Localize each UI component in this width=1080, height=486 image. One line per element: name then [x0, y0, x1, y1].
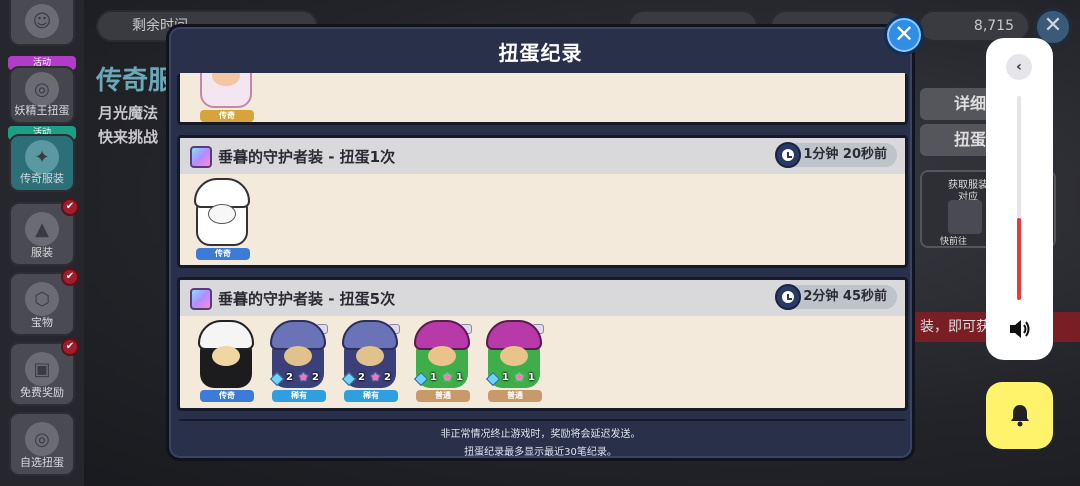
gacha-box-icon — [190, 146, 212, 168]
record-time-text: 1分钟 20秒前 — [803, 147, 887, 162]
clock-icon — [775, 284, 802, 310]
character-icon: ☺ — [25, 4, 59, 38]
sidebar-item-costume[interactable]: ▲ 服装 ✔ — [9, 198, 79, 266]
costume-card[interactable]: 传奇 — [194, 73, 258, 122]
costume-face — [212, 346, 240, 366]
rarity-label: 稀有 — [272, 390, 326, 402]
bell-icon — [1011, 405, 1029, 427]
star-count: 1 — [456, 372, 463, 383]
costume-face — [500, 346, 528, 366]
egg-icon: ◎ — [25, 422, 59, 456]
sidebar-item-label: 自选扭蛋 — [20, 456, 64, 469]
volume-panel: ‹ — [986, 38, 1053, 360]
gem-count: 1 — [502, 372, 509, 383]
speaker-icon[interactable] — [1008, 318, 1032, 340]
notification-badge: ✔ — [61, 338, 79, 356]
sidebar-item-label: 宝物 — [31, 316, 53, 329]
hexagon-icon: ⬡ — [25, 282, 59, 316]
page-desc: 快来挑战 — [98, 128, 159, 146]
gift-icon: ▣ — [25, 352, 59, 386]
costume-face — [356, 346, 384, 366]
star-icon: ★ — [442, 370, 453, 384]
diamond-count: 8,715 — [973, 18, 1014, 34]
chevron-left-icon[interactable]: ‹ — [1006, 54, 1032, 80]
list-item: 垂暮的守护者装 - 扭蛋5次 2分钟 45秒前 传奇 2 ★ 2 稀有 2 ★ … — [177, 277, 908, 411]
record-title: 垂暮的守护者装 - 扭蛋1次 — [218, 148, 396, 166]
notification-panel[interactable] — [986, 382, 1053, 449]
star-icon: ★ — [514, 370, 525, 384]
list-item — [177, 419, 908, 421]
record-header: 垂暮的守护者装 - 扭蛋1次 1分钟 20秒前 — [180, 138, 905, 174]
costume-card[interactable]: 2 ★ 2 稀有 — [338, 320, 402, 404]
reward-card-footer: 快前往 — [940, 237, 968, 247]
record-time: 1分钟 20秒前 — [775, 142, 897, 168]
gem-count: 2 — [286, 372, 293, 383]
sidebar-item-label: 妖精王扭蛋 — [14, 104, 70, 117]
star-count: 2 — [384, 372, 391, 383]
notification-badge: ✔ — [61, 198, 79, 216]
record-time-text: 2分钟 45秒前 — [803, 289, 887, 304]
rarity-label: 普通 — [416, 390, 470, 402]
costume-card[interactable]: 1 ★ 1 普通 — [482, 320, 546, 404]
reward-thumbnail — [948, 200, 982, 234]
list-item: 传奇 — [177, 73, 908, 125]
sidebar-item-fairy-gacha[interactable]: ◎ 妖精王扭蛋 — [9, 66, 75, 124]
footer-note: 扭蛋纪录最多显示最近30笔纪录。 — [464, 447, 617, 458]
rarity-label: 传奇 — [200, 390, 254, 402]
clock-icon — [775, 142, 802, 168]
costume-face — [208, 204, 236, 224]
volume-slider-fill — [1017, 218, 1021, 300]
sidebar-item-legend-costume[interactable]: ✦ 传奇服装 — [9, 134, 75, 192]
page-title: 传奇服 — [96, 66, 175, 96]
gacha-history-dialog: 扭蛋纪录 传奇 垂暮的守护者装 - 扭蛋1次 1分钟 20秒前 传奇 垂暮的守护… — [166, 24, 915, 461]
star-icon: ★ — [298, 370, 309, 384]
dialog-title: 扭蛋纪录 — [498, 41, 583, 65]
costume-face — [428, 346, 456, 366]
rarity-label: 普通 — [488, 390, 542, 402]
costume-card[interactable]: 传奇 — [194, 320, 258, 404]
sidebar-item-label: 服装 — [31, 246, 53, 259]
volume-slider[interactable] — [1017, 96, 1021, 300]
gem-count: 1 — [430, 372, 437, 383]
rarity-label: 传奇 — [196, 248, 250, 260]
sidebar-item-free-reward[interactable]: ▣ 免费奖励 ✔ — [9, 338, 79, 406]
star-icon: ★ — [370, 370, 381, 384]
star-count: 2 — [312, 372, 319, 383]
sidebar-item-label: 免费奖励 — [20, 386, 64, 399]
costume-face — [284, 346, 312, 366]
sidebar-item-treasure[interactable]: ⬡ 宝物 ✔ — [9, 268, 79, 336]
record-list[interactable]: 传奇 垂暮的守护者装 - 扭蛋1次 1分钟 20秒前 传奇 垂暮的守护者装 - … — [177, 73, 908, 421]
record-header: 垂暮的守护者装 - 扭蛋5次 2分钟 45秒前 — [180, 280, 905, 316]
shirt-icon: ▲ — [25, 212, 59, 246]
egg-icon: ◎ — [25, 72, 59, 106]
gem-count: 2 — [358, 372, 365, 383]
page-desc: 月光魔法 — [98, 104, 159, 122]
list-item: 垂暮的守护者装 - 扭蛋1次 1分钟 20秒前 传奇 — [177, 135, 908, 268]
record-title: 垂暮的守护者装 - 扭蛋5次 — [218, 290, 396, 308]
rarity-label: 传奇 — [200, 110, 254, 122]
footer-note: 非正常情况终止游戏时，奖励将会延迟发送。 — [440, 429, 641, 440]
costume-card[interactable]: 1 ★ 1 普通 — [410, 320, 474, 404]
sidebar: ☺ 活动 ◎ 妖精王扭蛋 活动 ✦ 传奇服装 ▲ 服装 ✔ ⬡ 宝物 ✔ ▣ 免… — [0, 0, 84, 486]
costume-card[interactable]: 2 ★ 2 稀有 — [266, 320, 330, 404]
costume-card[interactable]: 传奇 — [190, 178, 254, 262]
close-button[interactable]: ✕ — [884, 15, 924, 55]
sidebar-item-label: 传奇服装 — [20, 172, 64, 185]
rarity-label: 稀有 — [344, 390, 398, 402]
sidebar-item-select-gacha[interactable]: ◎ 自选扭蛋 — [9, 412, 75, 476]
costume-icon: ✦ — [25, 140, 59, 174]
record-time: 2分钟 45秒前 — [775, 284, 897, 310]
sidebar-item-top[interactable]: ☺ — [9, 0, 75, 46]
notification-badge: ✔ — [61, 268, 79, 286]
star-count: 1 — [528, 372, 535, 383]
gacha-box-icon — [190, 288, 212, 310]
